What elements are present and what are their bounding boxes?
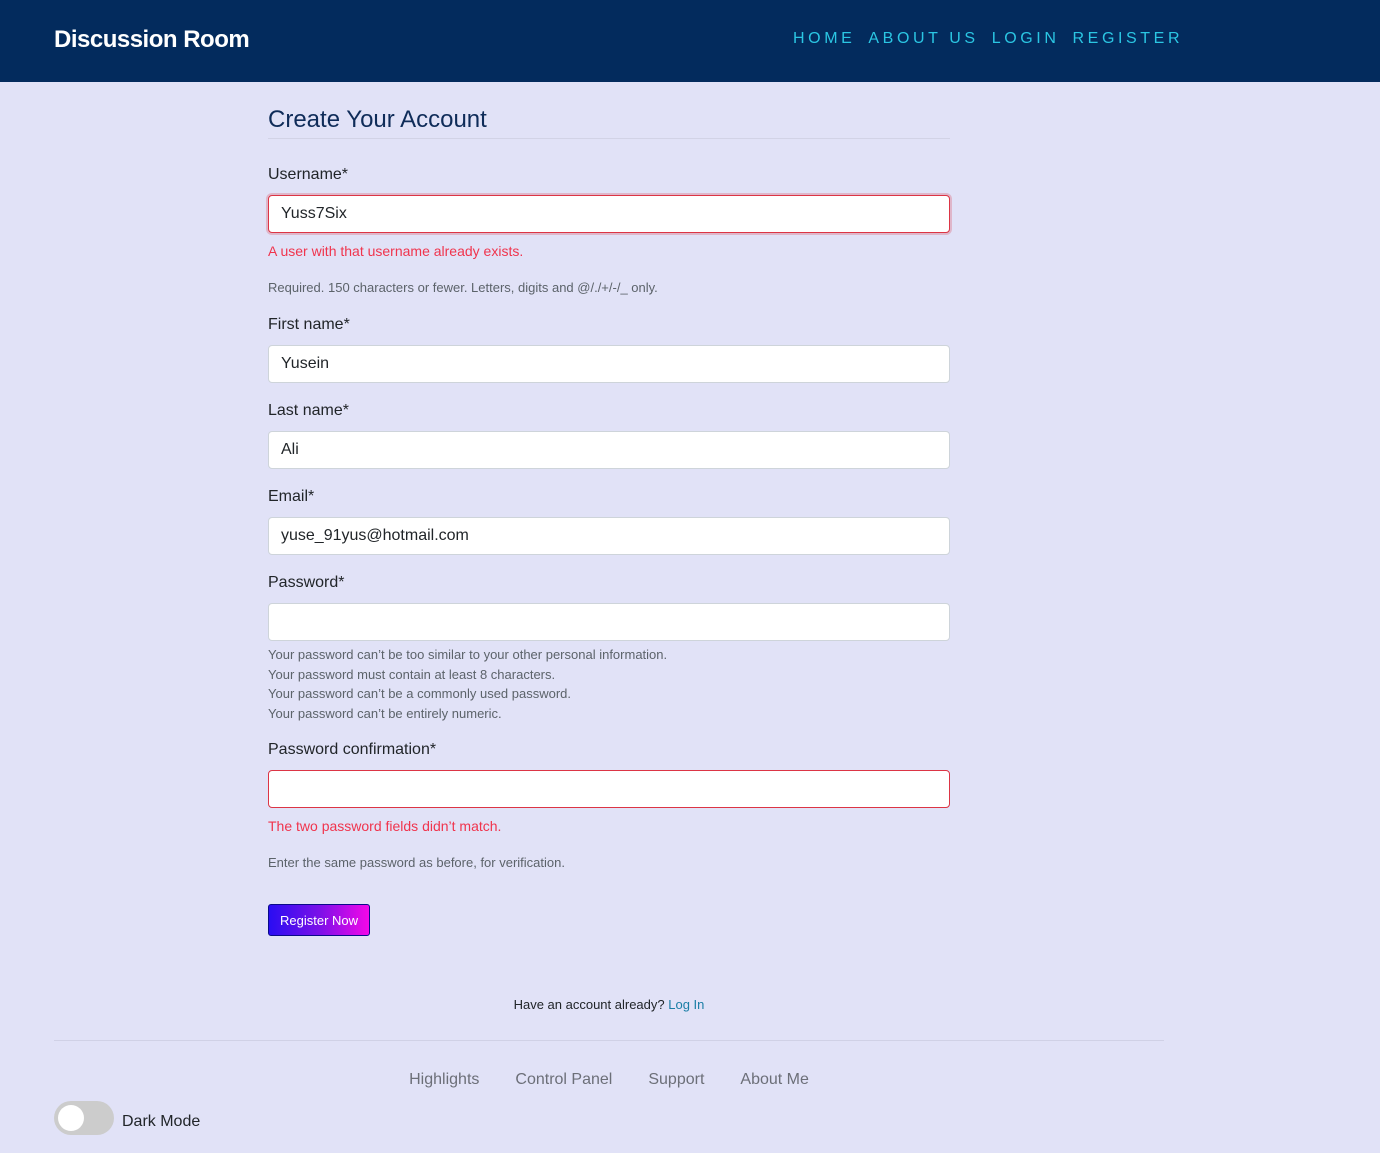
- username-input[interactable]: [268, 195, 950, 233]
- username-error: A user with that username already exists…: [268, 243, 524, 259]
- password-confirmation-label: Password confirmation*: [268, 741, 437, 758]
- dark-mode-label: Dark Mode: [122, 1113, 201, 1130]
- login-prompt: Have an account already? Log In: [0, 997, 1218, 1012]
- last-name-input[interactable]: [268, 431, 950, 469]
- footer-link-control-panel[interactable]: Control Panel: [515, 1071, 612, 1089]
- email-label: Email*: [268, 488, 315, 505]
- nav-links: HOME ABOUT US LOGIN REGISTER: [793, 30, 1183, 48]
- page-title: Create Your Account: [268, 104, 950, 139]
- nav-link-login[interactable]: LOGIN: [992, 30, 1060, 48]
- password-confirmation-error: The two password fields didn’t match.: [268, 818, 502, 834]
- register-now-button[interactable]: Register Now: [268, 904, 370, 936]
- first-name-label: First name*: [268, 316, 350, 333]
- brand-logo-link[interactable]: Discussion Room: [54, 26, 250, 54]
- password-help-item: Your password must contain at least 8 ch…: [268, 666, 556, 682]
- dark-mode-toggle[interactable]: [54, 1101, 114, 1135]
- password-help-item: Your password can’t be too similar to yo…: [268, 647, 668, 662]
- footer-link-highlights[interactable]: Highlights: [409, 1071, 479, 1089]
- footer-link-support[interactable]: Support: [648, 1071, 704, 1089]
- footer-links: Highlights Control Panel Support About M…: [0, 1071, 1218, 1089]
- first-name-input[interactable]: [268, 345, 950, 383]
- password-confirmation-input[interactable]: [268, 770, 950, 808]
- toggle-knob: [58, 1105, 84, 1131]
- login-link[interactable]: Log In: [668, 997, 704, 1012]
- nav-link-home[interactable]: HOME: [793, 30, 855, 48]
- email-input[interactable]: [268, 517, 950, 555]
- password-help-list: Your password can’t be too similar to yo…: [268, 645, 667, 723]
- username-label: Username*: [268, 166, 349, 183]
- username-help-text: Required. 150 characters or fewer. Lette…: [268, 280, 658, 295]
- nav-link-register[interactable]: REGISTER: [1073, 30, 1184, 48]
- footer-divider: [54, 1040, 1164, 1041]
- last-name-label: Last name*: [268, 402, 349, 419]
- register-form: Create Your Account: [268, 104, 950, 139]
- login-prompt-text: Have an account already?: [513, 997, 665, 1012]
- password-confirmation-help-text: Enter the same password as before, for v…: [268, 855, 565, 870]
- footer-link-about-me[interactable]: About Me: [740, 1071, 808, 1089]
- password-help-item: Your password can’t be entirely numeric.: [268, 705, 502, 721]
- top-navbar: Discussion Room HOME ABOUT US LOGIN REGI…: [0, 0, 1380, 82]
- password-help-item: Your password can’t be a commonly used p…: [268, 686, 572, 701]
- password-input[interactable]: [268, 603, 950, 641]
- password-label: Password*: [268, 574, 345, 591]
- nav-link-about-us[interactable]: ABOUT US: [868, 30, 978, 48]
